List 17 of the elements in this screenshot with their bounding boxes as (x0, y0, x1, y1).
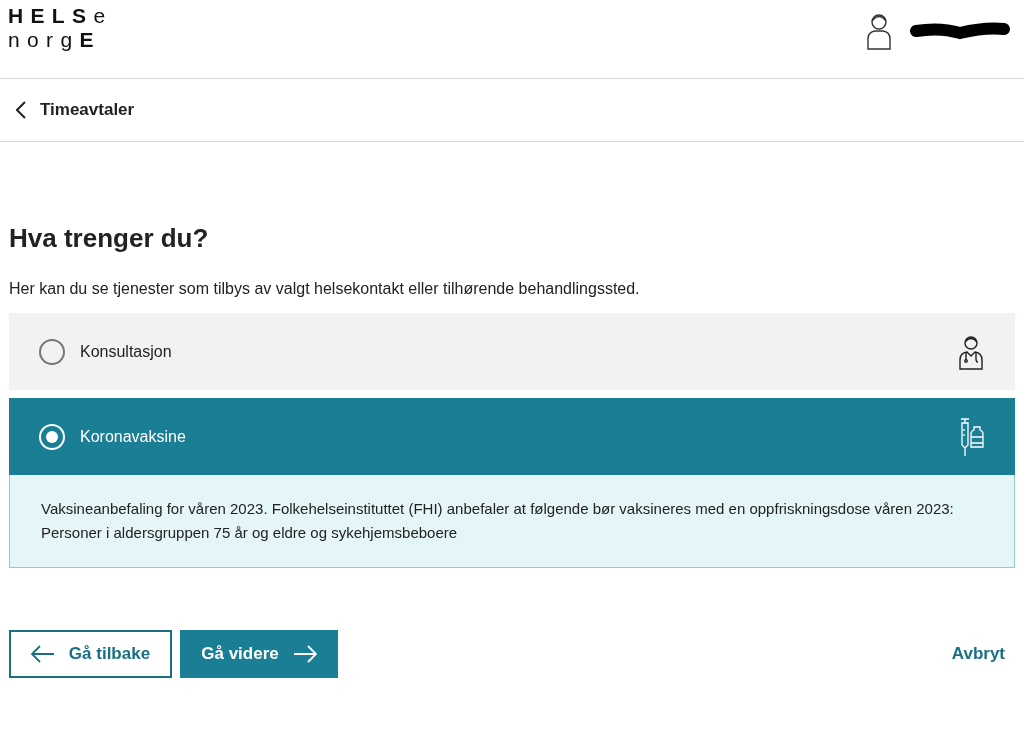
description-text: Vaksineanbefaling for våren 2023. Folkehelseinstituttet (FHI) anbefaler at følgende bør vaksineres med en oppfriskningsdose våren 2023: Personer i aldersgruppen 75 år og eldre og sykehjemsbeboere (41, 499, 955, 543)
service-option[interactable]: Koronavaksine (9, 398, 1015, 475)
arrow-right-icon (292, 645, 317, 663)
chevron-left-icon (16, 101, 26, 119)
radio-button[interactable] (39, 338, 65, 365)
next-button[interactable]: Gå videre (180, 630, 338, 678)
page-heading: Hva trenger du? (9, 222, 210, 254)
option-label: Konsultasjon (80, 341, 173, 362)
arrow-left-icon (30, 645, 55, 663)
back-button[interactable]: Gå tilbake (9, 630, 172, 678)
user-icon (866, 12, 892, 50)
doctor-icon (957, 333, 985, 370)
intro-text: Her kan du se tjenester som tilbys av valgt helsekontakt eller tilhørende behandlingssted. (9, 279, 641, 299)
service-option[interactable]: Konsultasjon (9, 313, 1015, 390)
back-link[interactable]: Timeavtaler (16, 97, 135, 123)
cancel-link[interactable]: Avbryt (951, 641, 1005, 667)
option-label: Koronavaksine (80, 426, 187, 447)
